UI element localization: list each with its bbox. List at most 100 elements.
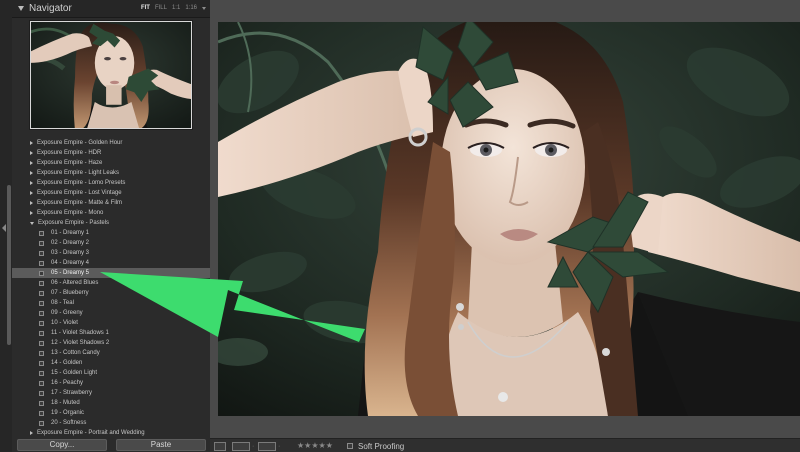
preset-doc-icon bbox=[39, 340, 44, 346]
navigator-header[interactable]: Navigator FIT FILL 1:1 1:16 bbox=[12, 0, 210, 18]
compare-view-icon[interactable] bbox=[232, 442, 250, 451]
preset-item-label: 17 - Strawberry bbox=[51, 390, 93, 396]
preset-item-selected[interactable]: 05 - Dreamy 5 bbox=[12, 268, 210, 278]
preset-doc-icon bbox=[39, 230, 44, 236]
preset-item[interactable]: 17 - Strawberry bbox=[12, 388, 210, 398]
preset-item-label: 05 - Dreamy 5 bbox=[51, 270, 90, 276]
copy-button[interactable]: Copy... bbox=[17, 439, 107, 451]
preset-folder-label: Exposure Empire - Lomo Presets bbox=[37, 180, 126, 186]
preset-doc-icon bbox=[39, 280, 44, 286]
preset-item-label: 11 - Violet Shadows 1 bbox=[51, 330, 109, 336]
toolbar-separator: · bbox=[278, 443, 281, 450]
left-panel-edge[interactable] bbox=[0, 0, 12, 452]
preset-folder-label: Exposure Empire - HDR bbox=[37, 150, 102, 156]
triangle-right-icon[interactable] bbox=[30, 211, 33, 215]
preset-folder[interactable]: Exposure Empire - Pastels bbox=[12, 218, 210, 228]
preset-doc-icon bbox=[39, 390, 44, 396]
preset-doc-icon bbox=[39, 240, 44, 246]
preset-doc-icon bbox=[39, 360, 44, 366]
zoom-fill-option[interactable]: FILL bbox=[155, 5, 167, 11]
preset-item[interactable]: 04 - Dreamy 4 bbox=[12, 258, 210, 268]
preset-folder[interactable]: Exposure Empire - Portrait and Wedding bbox=[12, 428, 210, 438]
preset-item[interactable]: 06 - Altered Blues bbox=[12, 278, 210, 288]
preset-item[interactable]: 14 - Golden bbox=[12, 358, 210, 368]
collapse-panel-icon[interactable] bbox=[2, 224, 6, 232]
preset-folder[interactable]: Exposure Empire - Lomo Presets bbox=[12, 178, 210, 188]
preset-folder[interactable]: Exposure Empire - Mono bbox=[12, 208, 210, 218]
main-image-area bbox=[210, 0, 800, 438]
preset-item-label: 12 - Violet Shadows 2 bbox=[51, 340, 110, 346]
preset-list: Exposure Empire - Golden Hour Exposure Em… bbox=[12, 138, 210, 439]
preset-folder[interactable]: Exposure Empire - Lost Vintage bbox=[12, 188, 210, 198]
preset-item[interactable]: 02 - Dreamy 2 bbox=[12, 238, 210, 248]
preset-item[interactable]: 20 - Softness bbox=[12, 418, 210, 428]
panel-bottom-buttons: Copy... Paste bbox=[12, 439, 210, 452]
preset-item-label: 15 - Golden Light bbox=[51, 370, 98, 376]
preset-item-label: 20 - Softness bbox=[51, 420, 87, 426]
preset-item[interactable]: 11 - Violet Shadows 1 bbox=[12, 328, 210, 338]
preset-folder[interactable]: Exposure Empire - Matte & Film bbox=[12, 198, 210, 208]
preset-folder-label: Exposure Empire - Mono bbox=[37, 210, 104, 216]
zoom-1to1-option[interactable]: 1:1 bbox=[172, 5, 180, 11]
triangle-right-icon[interactable] bbox=[30, 171, 33, 175]
preset-folder[interactable]: Exposure Empire - Golden Hour bbox=[12, 138, 210, 148]
preset-item-label: 02 - Dreamy 2 bbox=[51, 240, 90, 246]
preset-folder-label: Exposure Empire - Golden Hour bbox=[37, 140, 123, 146]
preset-folder-label: Exposure Empire - Lost Vintage bbox=[37, 190, 122, 196]
toolbar-separator: · bbox=[252, 443, 255, 450]
preset-item[interactable]: 08 - Teal bbox=[12, 298, 210, 308]
preset-item[interactable]: 16 - Peachy bbox=[12, 378, 210, 388]
preset-folder[interactable]: Exposure Empire - Light Leaks bbox=[12, 168, 210, 178]
preset-item[interactable]: 19 - Organic bbox=[12, 408, 210, 418]
preset-item[interactable]: 09 - Greeny bbox=[12, 308, 210, 318]
triangle-right-icon[interactable] bbox=[30, 151, 33, 155]
preset-doc-icon bbox=[39, 400, 44, 406]
preset-doc-icon bbox=[39, 260, 44, 266]
preset-item[interactable]: 10 - Violet bbox=[12, 318, 210, 328]
preset-item[interactable]: 18 - Muted bbox=[12, 398, 210, 408]
preset-item[interactable]: 07 - Blueberry bbox=[12, 288, 210, 298]
preset-folder-label: Exposure Empire - Light Leaks bbox=[37, 170, 120, 176]
preset-doc-icon bbox=[39, 350, 44, 356]
preset-doc-icon bbox=[39, 290, 44, 296]
preset-item[interactable]: 01 - Dreamy 1 bbox=[12, 228, 210, 238]
preset-doc-icon bbox=[39, 320, 44, 326]
preset-item-label: 03 - Dreamy 3 bbox=[51, 250, 90, 256]
chevron-down-icon[interactable] bbox=[202, 6, 206, 10]
triangle-right-icon[interactable] bbox=[30, 181, 33, 185]
preset-doc-icon bbox=[39, 270, 44, 276]
preset-folder-label: Exposure Empire - Pastels bbox=[38, 220, 110, 226]
preset-doc-icon bbox=[39, 370, 44, 376]
triangle-right-icon[interactable] bbox=[30, 141, 33, 145]
preset-folder[interactable]: Exposure Empire - HDR bbox=[12, 148, 210, 158]
before-after-view-icon[interactable] bbox=[258, 442, 276, 451]
star-rating[interactable]: ★★★★★ bbox=[297, 441, 333, 450]
triangle-right-icon[interactable] bbox=[30, 201, 33, 205]
preset-item[interactable]: 13 - Cotton Candy bbox=[12, 348, 210, 358]
preset-item[interactable]: 15 - Golden Light bbox=[12, 368, 210, 378]
paste-button[interactable]: Paste bbox=[116, 439, 206, 451]
zoom-fit-option[interactable]: FIT bbox=[141, 5, 150, 11]
preset-item[interactable]: 03 - Dreamy 3 bbox=[12, 248, 210, 258]
preset-folder-label: Exposure Empire - Matte & Film bbox=[37, 200, 123, 206]
triangle-right-icon[interactable] bbox=[30, 431, 33, 435]
left-panel: Navigator FIT FILL 1:1 1:16 Exposure Emp… bbox=[0, 0, 210, 452]
preset-item[interactable]: 12 - Violet Shadows 2 bbox=[12, 338, 210, 348]
main-photo-image bbox=[218, 22, 800, 416]
soft-proofing-checkbox[interactable] bbox=[347, 443, 353, 449]
preset-folder-label: Exposure Empire - Haze bbox=[37, 160, 103, 166]
triangle-down-icon[interactable] bbox=[30, 221, 34, 225]
main-photo[interactable] bbox=[218, 22, 800, 416]
preset-item-label: 13 - Cotton Candy bbox=[51, 350, 100, 356]
loupe-view-icon[interactable] bbox=[214, 442, 226, 451]
zoom-ratio-option[interactable]: 1:16 bbox=[185, 5, 197, 11]
triangle-right-icon[interactable] bbox=[30, 191, 33, 195]
preset-scrollbar[interactable] bbox=[7, 185, 11, 345]
preset-doc-icon bbox=[39, 330, 44, 336]
navigator-view-rect[interactable] bbox=[30, 21, 192, 129]
navigator-thumbnail[interactable] bbox=[29, 20, 193, 130]
triangle-right-icon[interactable] bbox=[30, 161, 33, 165]
preset-item-label: 14 - Golden bbox=[51, 360, 83, 366]
triangle-down-icon[interactable] bbox=[18, 6, 24, 11]
preset-folder[interactable]: Exposure Empire - Haze bbox=[12, 158, 210, 168]
